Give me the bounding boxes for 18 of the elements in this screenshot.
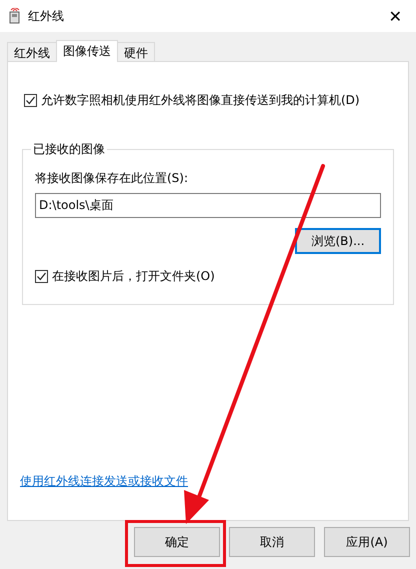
group-title: 已接收的图像 [31,141,107,158]
checkbox-label: 允许数字照相机使用红外线将图像直接传送到我的计算机(D) [41,92,360,109]
infrared-link[interactable]: 使用红外线连接发送或接收文件 [20,473,188,490]
app-icon [8,8,22,24]
tab[interactable]: 硬件 [117,42,155,61]
browse-button[interactable]: 浏览(B)... [295,228,381,254]
close-button[interactable]: ✕ [384,6,406,26]
dialog-button[interactable]: 应用(A) [324,527,410,557]
tab[interactable]: 红外线 [7,42,57,61]
window-title: 红外线 [28,8,65,24]
field-label: 将接收图像保存在此位置(S): [35,170,190,187]
path-field[interactable]: D:\tools\桌面 [35,193,381,218]
dialog-button[interactable]: 取消 [229,527,315,557]
checkbox[interactable] [35,270,48,283]
tab[interactable]: 图像传送 [56,40,118,62]
checkbox[interactable] [24,94,37,107]
checkbox-label: 在接收图片后，打开文件夹(O) [52,268,215,285]
dialog-button[interactable]: 确定 [134,527,220,557]
